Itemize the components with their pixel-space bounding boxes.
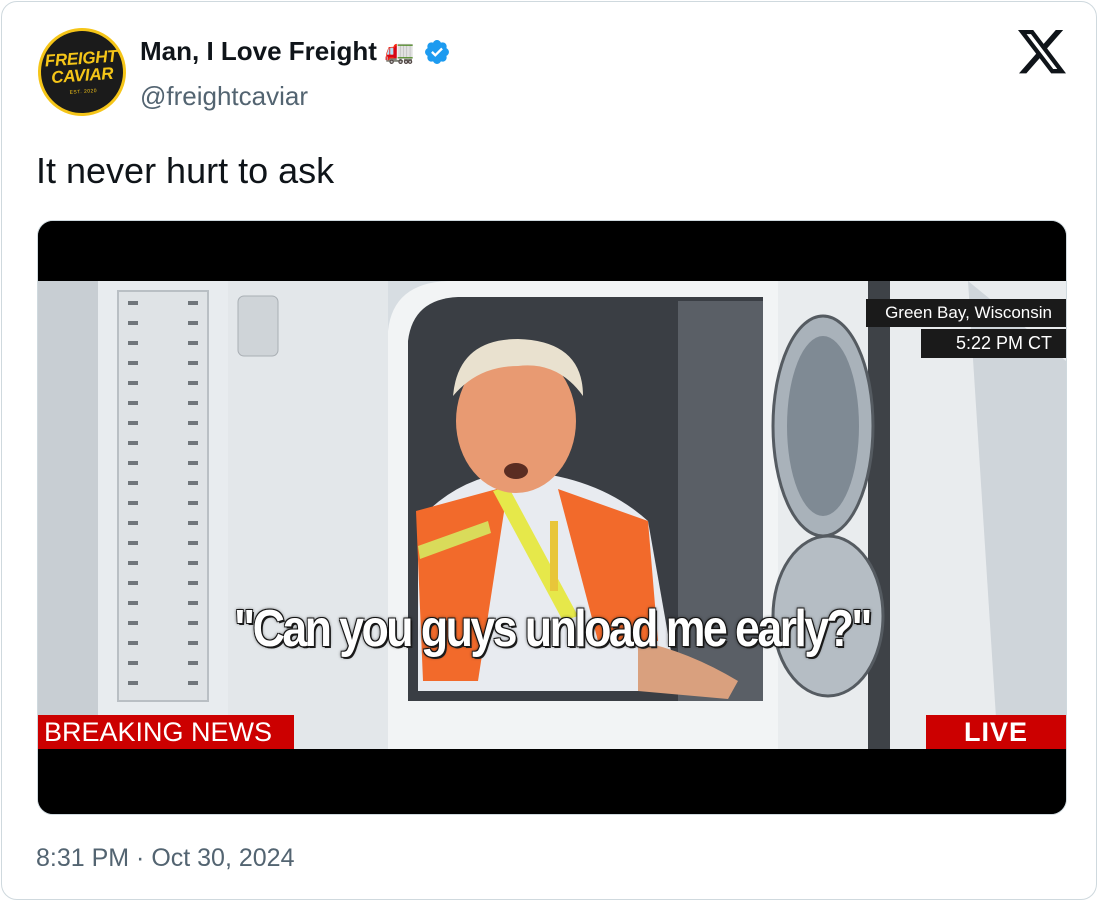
verified-badge-icon (424, 39, 449, 64)
live-badge: LIVE (926, 715, 1066, 749)
display-name[interactable]: Man, I Love Freight (140, 36, 377, 67)
avatar-logo-line3: EST. 2020 (69, 87, 98, 96)
tweet-text: It never hurt to ask (36, 150, 335, 191)
video-caption: "Can you guys unload me early?" (234, 600, 872, 658)
breaking-news-banner: BREAKING NEWS (38, 715, 295, 749)
avatar-logo-line2: CAVIAR (50, 63, 114, 87)
tweet-media-video-still[interactable]: Green Bay, Wisconsin 5:22 PM CT "Can you… (37, 220, 1067, 815)
location-chyron: Green Bay, Wisconsin (866, 299, 1066, 327)
truck-emoji: 🚛 (384, 37, 415, 65)
avatar[interactable]: FREIGHT CAVIAR EST. 2020 (35, 25, 129, 119)
time-chyron: 5:22 PM CT (921, 329, 1066, 358)
author-handle[interactable]: @freightcaviar (140, 81, 308, 112)
tweet-timestamp[interactable]: 8:31 PM · Oct 30, 2024 (36, 844, 294, 873)
x-logo-icon[interactable] (1018, 30, 1066, 74)
tweet-card: FREIGHT CAVIAR EST. 2020 Man, I Love Fre… (1, 1, 1097, 900)
author-name-row: Man, I Love Freight 🚛 (140, 36, 451, 67)
